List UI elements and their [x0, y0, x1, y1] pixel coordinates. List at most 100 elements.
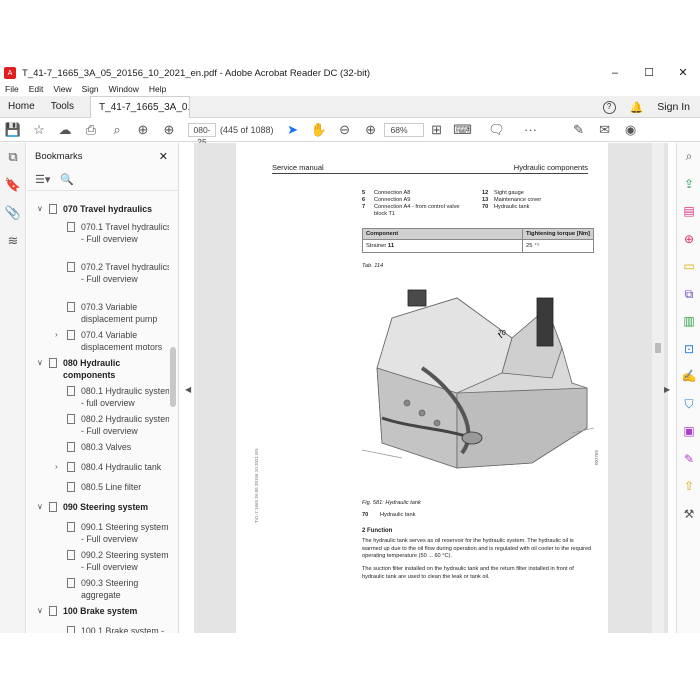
tab-tools[interactable]: Tools	[43, 96, 82, 118]
bookmark-090-1[interactable]: 090.1 Steering system - Full overview	[55, 521, 169, 545]
bookmark-icon	[67, 578, 75, 588]
select-cursor-icon[interactable]: ➤	[280, 122, 306, 138]
bookmark-090-2[interactable]: 090.2 Steering system - Full overview	[55, 549, 169, 573]
print-icon[interactable]: ⎙	[78, 122, 104, 138]
page-header-right: Hydraulic components	[513, 163, 588, 172]
comment-icon[interactable]: 🗨	[484, 122, 510, 138]
menu-help[interactable]: Help	[144, 84, 171, 94]
table-row: Strainer 11 25 ⁺⁵	[362, 239, 594, 253]
pdf-page: Service manual Hydraulic components 5 Con…	[236, 143, 608, 633]
bookmark-100[interactable]: ∨ 100 Brake system	[37, 605, 155, 617]
minimize-button[interactable]: –	[598, 62, 632, 84]
bookmark-070-1[interactable]: 070.1 Travel hydraulics - Full overview	[55, 221, 169, 245]
organize-pages-icon[interactable]: ▥	[677, 308, 700, 336]
zoom-in-icon[interactable]: ⊕	[358, 122, 384, 138]
menu-file[interactable]: File	[0, 84, 24, 94]
more-tools-icon[interactable]: ⚒	[677, 501, 700, 529]
layers-icon[interactable]: ≋	[0, 227, 26, 255]
account-icon[interactable]: ◉	[618, 122, 644, 138]
figure-legend: 70 Hydraulic tank	[362, 512, 416, 518]
window-title: T_41-7_1665_3A_05_20156_10_2021_en.pdf -…	[22, 67, 371, 79]
notification-bell-icon[interactable]: 🔔	[630, 101, 644, 114]
create-pdf-icon[interactable]: ⊕	[677, 226, 700, 254]
upload-cloud-icon[interactable]: ☁	[52, 122, 78, 138]
tab-home[interactable]: Home	[0, 96, 43, 118]
sign-in-button[interactable]: Sign In	[657, 101, 690, 113]
bookmark-080-2[interactable]: 080.2 Hydraulic system - Full overview	[55, 413, 169, 437]
document-scrollbar[interactable]	[652, 143, 664, 633]
page-thumbnails-icon[interactable]: ⧉	[0, 143, 26, 171]
bookmarks-panel: Bookmarks ✕ ☰▾ 🔍 ∨ 070 Travel hydraulics …	[27, 143, 179, 633]
zoom-level-dropdown[interactable]: 68%	[383, 122, 424, 137]
hand-tool-icon[interactable]: ✋	[306, 122, 332, 138]
table-cell-component: Strainer 11	[362, 239, 523, 253]
comment-tool-icon[interactable]: ▭	[677, 253, 700, 281]
figure-id: 007765	[594, 449, 600, 466]
bookmark-070-4[interactable]: › 070.4 Variable displacement motors	[55, 329, 169, 353]
collapse-left-panel-icon[interactable]: ◀	[185, 385, 191, 394]
bookmark-070-3[interactable]: 070.3 Variable displacement pump	[55, 301, 169, 325]
menu-sign[interactable]: Sign	[77, 84, 104, 94]
bookmark-icon	[67, 626, 75, 633]
email-icon[interactable]: ✉	[592, 122, 618, 138]
combine-files-icon[interactable]: ⧉	[677, 281, 700, 309]
edit-pdf-icon[interactable]: ▤	[677, 198, 700, 226]
more-tools-button[interactable]: ···	[518, 122, 544, 137]
save-icon[interactable]: 💾	[0, 122, 26, 138]
help-icon[interactable]: ?	[602, 100, 616, 114]
bookmark-070-2[interactable]: 070.2 Travel hydraulics - Full overview	[55, 261, 169, 285]
bookmark-icon	[67, 262, 75, 272]
bookmark-icon	[67, 462, 75, 472]
search-icon[interactable]: ⌕	[104, 122, 130, 138]
menu-view[interactable]: View	[48, 84, 76, 94]
send-for-comment-icon[interactable]: ⇧	[677, 473, 700, 501]
bookmarks-panel-icon[interactable]: 🔖	[0, 171, 26, 199]
bookmark-080[interactable]: ∨ 080 Hydraulic components	[37, 357, 155, 381]
bookmark-star-icon[interactable]: ☆	[26, 122, 52, 138]
sign-pen-icon[interactable]: ✎	[566, 122, 592, 138]
bookmark-080-3[interactable]: 080.3 Valves	[55, 441, 169, 453]
close-panel-icon[interactable]: ✕	[159, 150, 168, 163]
paragraph-2: The suction filter installed on the hydr…	[362, 566, 574, 580]
bookmark-icon	[67, 302, 75, 312]
bookmark-080-5[interactable]: 080.5 Line filter	[55, 481, 169, 493]
keyboard-icon[interactable]: ⌨	[450, 122, 476, 138]
fill-sign-icon[interactable]: ✍	[677, 363, 700, 391]
bookmark-070[interactable]: ∨ 070 Travel hydraulics	[37, 203, 155, 215]
redact-icon[interactable]: ▣	[677, 418, 700, 446]
bookmark-080-4[interactable]: › 080.4 Hydraulic tank	[55, 461, 169, 473]
next-page-icon[interactable]: ⊕	[156, 122, 182, 138]
bookmark-080-1[interactable]: 080.1 Hydraulic system - full overview	[55, 385, 169, 409]
prev-page-icon[interactable]: ⊕	[130, 122, 156, 138]
tab-bar: Home Tools T_41-7_1665_3A_0... × ? 🔔 Sig…	[0, 95, 700, 118]
bookmarks-scrollbar[interactable]	[170, 197, 176, 633]
bookmark-090[interactable]: ∨ 090 Steering system	[37, 501, 155, 513]
collapse-right-panel-icon[interactable]: ▶	[664, 385, 670, 394]
close-window-button[interactable]: ✕	[666, 62, 700, 84]
menu-edit[interactable]: Edit	[24, 84, 49, 94]
header-rule	[272, 173, 588, 174]
attachments-icon[interactable]: 📎	[0, 199, 26, 227]
main-toolbar: 💾 ☆ ☁ ⎙ ⌕ ⊕ ⊕ 080-25 (445 of 1088) ➤ ✋ ⊖…	[0, 118, 700, 147]
maximize-button[interactable]: ☐	[632, 62, 666, 84]
page-number-input[interactable]: 080-25	[188, 122, 216, 147]
search-tool-icon[interactable]: ⌕	[677, 143, 700, 171]
document-viewer: Service manual Hydraulic components 5 Con…	[194, 143, 668, 633]
fit-page-icon[interactable]: ⊞	[424, 122, 450, 138]
document-scroll-thumb[interactable]	[655, 343, 661, 353]
bookmark-100-1[interactable]: 100.1 Brake system -	[55, 625, 169, 633]
export-pdf-icon[interactable]: ⇪	[677, 171, 700, 199]
tab-document[interactable]: T_41-7_1665_3A_0... ×	[90, 95, 191, 118]
bookmark-icon	[67, 482, 75, 492]
bookmarks-scroll-thumb[interactable]	[170, 347, 176, 407]
find-bookmark-icon[interactable]: 🔍	[60, 173, 74, 186]
bookmark-090-3[interactable]: 090.3 Steering aggregate	[55, 577, 169, 601]
protect-icon[interactable]: ⛉	[677, 391, 700, 419]
zoom-out-icon[interactable]: ⊖	[332, 122, 358, 138]
request-signature-icon[interactable]: ✎	[677, 446, 700, 474]
menu-bar: File Edit View Sign Window Help	[0, 82, 700, 96]
bookmark-options-icon[interactable]: ☰▾	[35, 173, 50, 186]
menu-window[interactable]: Window	[104, 84, 144, 94]
paragraph-1: The hydraulic tank serves as oil reservo…	[362, 538, 592, 559]
compress-pdf-icon[interactable]: ⊡	[677, 336, 700, 364]
